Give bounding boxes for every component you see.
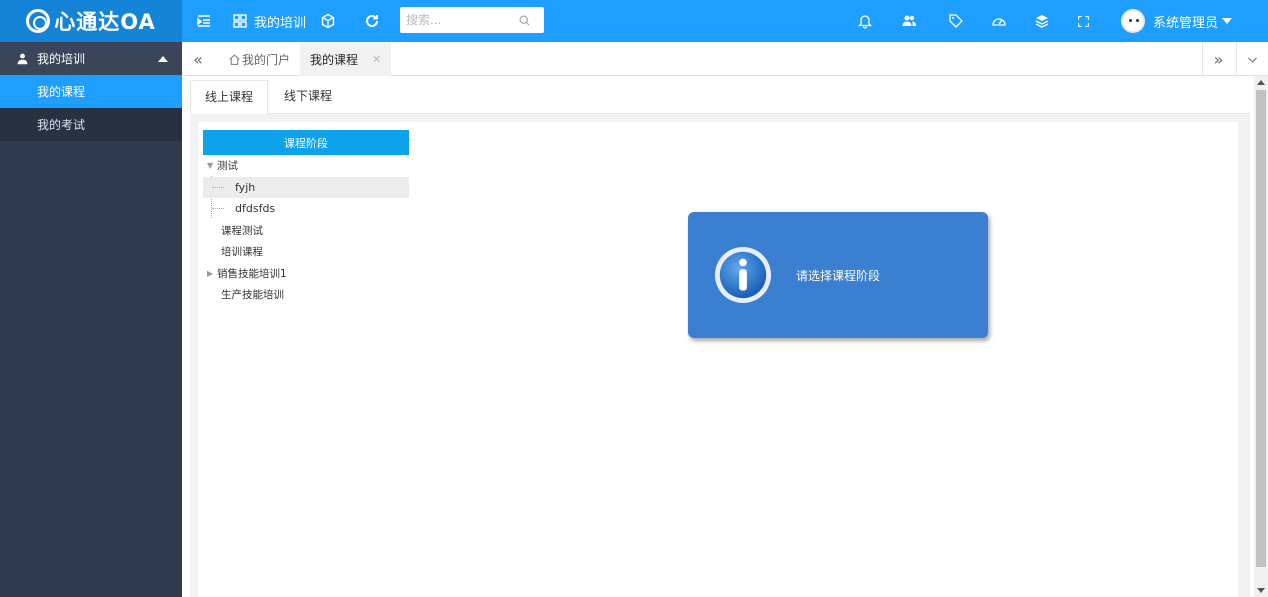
scroll-up-icon[interactable] [1257, 80, 1265, 85]
subtab-label: 线下课程 [284, 89, 333, 103]
tabs-dropdown-button[interactable] [1236, 42, 1268, 76]
tree-node-label: 销售技能培训1 [217, 267, 287, 280]
sidebar-item-my-courses[interactable]: 我的课程 [0, 75, 182, 108]
tree-node-label: dfdsfds [235, 202, 276, 216]
tree-node-label: 培训课程 [221, 246, 263, 259]
sidebar-item-my-exams[interactable]: 我的考试 [0, 108, 182, 141]
tree-node-production-training[interactable]: 生产技能培训 [203, 284, 409, 306]
main-content: 线上课程 线下课程 课程阶段 ▼ 测试 fyjh dfdsfds 课程测试 培训… [182, 76, 1254, 597]
logo-icon [26, 9, 51, 33]
scroll-thumb[interactable] [1256, 90, 1266, 567]
subtab-label: 线上课程 [205, 90, 254, 104]
user-name: 系统管理员 [1153, 15, 1219, 31]
avatar [1121, 9, 1145, 33]
menu-indent-icon [197, 15, 210, 27]
chevron-down-icon [1248, 57, 1257, 63]
chevron-up-icon [158, 55, 168, 62]
course-panel: 课程阶段 ▼ 测试 fyjh dfdsfds 课程测试 培训课程 ▶ 销售技能培… [198, 122, 1238, 597]
app-logo[interactable]: 心通达OA [0, 0, 182, 42]
menu-toggle-button[interactable] [196, 0, 212, 42]
triangle-right-icon[interactable]: ▶ [203, 269, 217, 278]
fullscreen-icon [1078, 15, 1089, 27]
tabs-scroll-right-button[interactable]: » [1202, 42, 1234, 76]
course-type-tabs: 线上课程 线下课程 [190, 80, 1250, 114]
current-module-button[interactable]: 我的培训 [232, 0, 306, 42]
sidebar-group-training[interactable]: 我的培训 [0, 42, 182, 75]
tab-offline-courses[interactable]: 线下课程 [270, 80, 346, 114]
search-box[interactable] [400, 7, 544, 33]
search-input[interactable] [406, 13, 518, 27]
grid-icon [233, 14, 247, 28]
scroll-down-icon[interactable] [1257, 588, 1265, 593]
contacts-button[interactable] [901, 0, 917, 42]
double-chevron-left-icon: « [193, 49, 203, 69]
tree-node-label: 课程测试 [221, 224, 263, 237]
top-header: 心通达OA 我的培训 系统管理员 [0, 0, 1268, 42]
tag-button[interactable] [948, 0, 964, 42]
user-icon [17, 53, 28, 65]
refresh-button[interactable] [364, 0, 380, 42]
tree-node-label: 测试 [217, 160, 238, 173]
users-icon [902, 15, 916, 26]
info-message-text: 请选择课程阶段 [796, 268, 881, 283]
tab-online-courses[interactable]: 线上课程 [190, 80, 269, 114]
info-icon [714, 246, 772, 304]
dashboard-button[interactable] [991, 0, 1007, 42]
tag-icon [949, 14, 963, 28]
notification-button[interactable] [857, 0, 873, 42]
search-icon[interactable] [518, 14, 531, 27]
sidebar-group-label: 我的培训 [37, 52, 86, 66]
bell-icon [857, 15, 873, 29]
fullscreen-button[interactable] [1077, 0, 1090, 42]
tree-node-test[interactable]: ▼ 测试 [203, 155, 409, 177]
course-stage-tree: 课程阶段 ▼ 测试 fyjh dfdsfds 课程测试 培训课程 ▶ 销售技能培… [203, 130, 409, 306]
triangle-down-icon[interactable]: ▼ [203, 161, 217, 170]
tree-node-label: 生产技能培训 [221, 289, 284, 302]
tree-node-sales-training[interactable]: ▶ 销售技能培训1 [203, 263, 409, 285]
page-tab-bar: « 我的门户 我的课程 ✕ » [182, 42, 1268, 76]
logo-text: 心通达OA [54, 10, 156, 34]
sidebar-item-label: 我的课程 [37, 85, 86, 99]
current-module-label: 我的培训 [254, 15, 307, 31]
gauge-icon [992, 18, 1006, 26]
user-menu[interactable]: 系统管理员 [1121, 0, 1233, 42]
close-icon[interactable]: ✕ [372, 53, 381, 66]
cube-icon [321, 13, 335, 29]
tab-label: 我的门户 [242, 52, 291, 67]
tab-my-portal[interactable]: 我的门户 [218, 42, 300, 76]
chevron-down-icon [1222, 18, 1233, 24]
tab-my-courses[interactable]: 我的课程 ✕ [300, 42, 392, 76]
cube-button[interactable] [320, 0, 336, 42]
tree-node-dfdsfds[interactable]: dfdsfds [203, 198, 409, 220]
tree-header: 课程阶段 [203, 130, 409, 155]
tabs-scroll-left-button[interactable]: « [182, 42, 214, 76]
tree-node-label: fyjh [235, 180, 256, 194]
layers-icon [1035, 15, 1049, 28]
home-icon [229, 53, 240, 65]
panel-wrapper: 课程阶段 ▼ 测试 fyjh dfdsfds 课程测试 培训课程 ▶ 销售技能培… [190, 114, 1250, 597]
double-chevron-right-icon: » [1213, 49, 1224, 69]
tree-node-course-test[interactable]: 课程测试 [203, 220, 409, 242]
tab-label: 我的课程 [310, 52, 359, 67]
info-message-box: 请选择课程阶段 [688, 212, 988, 338]
tree-node-fyjh[interactable]: fyjh [203, 176, 409, 198]
page-scrollbar[interactable] [1254, 76, 1268, 597]
sidebar: 我的培训 我的课程 我的考试 [0, 42, 182, 597]
sidebar-item-label: 我的考试 [37, 118, 86, 132]
layers-button[interactable] [1034, 0, 1050, 42]
refresh-icon [366, 14, 378, 27]
tree-node-training-course[interactable]: 培训课程 [203, 241, 409, 263]
